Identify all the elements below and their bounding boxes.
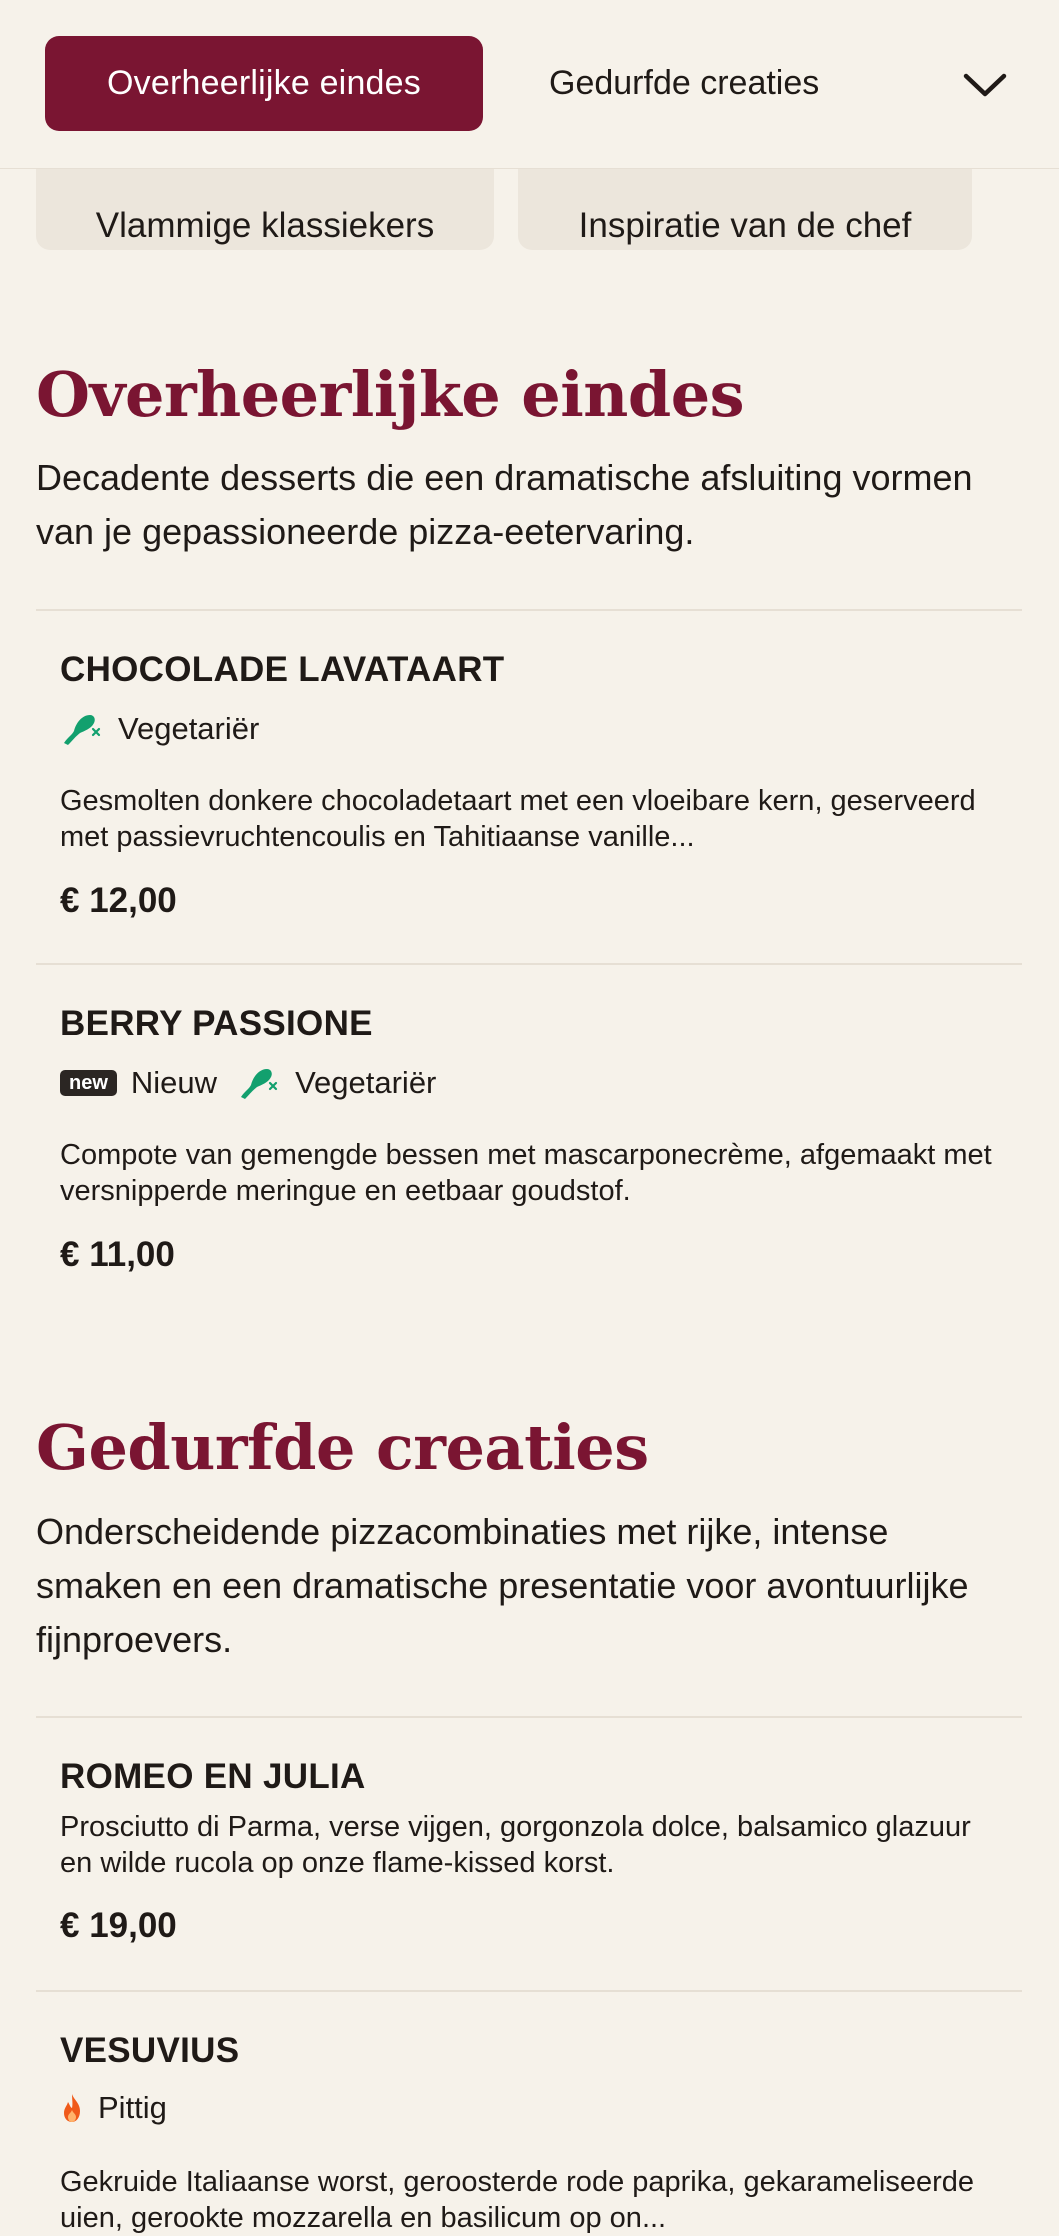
- item-name: CHOCOLADE LAVATAART: [60, 650, 505, 689]
- tag-label: Nieuw: [130, 1065, 218, 1100]
- scroll-fade: [829, 30, 949, 140]
- new-badge: new: [60, 1070, 117, 1096]
- category-nav-bar: Overheerlijke eindes Gedurfde creaties: [0, 0, 1059, 169]
- item-description: Prosciutto di Parma, verse vijgen, gorgo…: [60, 1811, 971, 1879]
- section-title: Overheerlijke eindes: [36, 358, 745, 431]
- expand-categories-button[interactable]: [958, 58, 1012, 112]
- item-description: Gesmolten donkere chocoladetaart met een…: [60, 785, 976, 853]
- tag-vegetarian: Vegetariër: [237, 1063, 436, 1103]
- item-tags: Pittig: [60, 2090, 173, 2126]
- item-tags: Vegetariër: [60, 709, 265, 749]
- divider: [36, 1990, 1022, 1992]
- tag-label: Vegetariër: [295, 1065, 437, 1100]
- tag-new: new Nieuw: [60, 1065, 217, 1101]
- divider: [36, 609, 1022, 611]
- tag-label: Vegetariër: [118, 711, 260, 746]
- category-tab-overheerlijke-eindes[interactable]: Overheerlijke eindes: [45, 36, 483, 131]
- category-tab-gedurfde-creaties[interactable]: Gedurfde creaties: [549, 36, 819, 131]
- category-tab-label: Vlammige klassiekers: [95, 206, 435, 245]
- item-price: € 12,00: [60, 881, 177, 920]
- item-name: ROMEO EN JULIA: [60, 1757, 366, 1796]
- item-tags: new Nieuw Vegetariër: [60, 1063, 442, 1103]
- vegetarian-icon: [241, 1069, 278, 1099]
- category-tab-label: Overheerlijke eindes: [107, 64, 421, 102]
- category-tab-label: Gedurfde creaties: [549, 64, 820, 102]
- item-name: BERRY PASSIONE: [60, 1004, 373, 1043]
- item-description: Compote van gemengde bessen met mascarpo…: [60, 1139, 992, 1207]
- item-description: Gekruide Italiaanse worst, geroosterde r…: [60, 2166, 974, 2234]
- item-price: € 11,00: [60, 1235, 175, 1274]
- flame-icon: [64, 2094, 80, 2122]
- section-description: Onderscheidende pizzacombinaties met rij…: [36, 1511, 969, 1660]
- section-description: Decadente desserts die een dramatische a…: [36, 457, 973, 552]
- chevron-down-icon: [963, 73, 1007, 97]
- tag-vegetarian: Vegetariër: [60, 709, 259, 749]
- vegetarian-icon: [64, 715, 101, 745]
- category-tab-label: Inspiratie van de chef: [578, 206, 912, 245]
- section-title: Gedurfde creaties: [36, 1411, 649, 1484]
- tag-label: Pittig: [98, 2090, 167, 2125]
- divider: [36, 1716, 1022, 1718]
- divider: [36, 963, 1022, 965]
- item-price: € 19,00: [60, 1906, 177, 1945]
- item-name: VESUVIUS: [60, 2031, 240, 2070]
- tag-spicy: Pittig: [60, 2090, 167, 2126]
